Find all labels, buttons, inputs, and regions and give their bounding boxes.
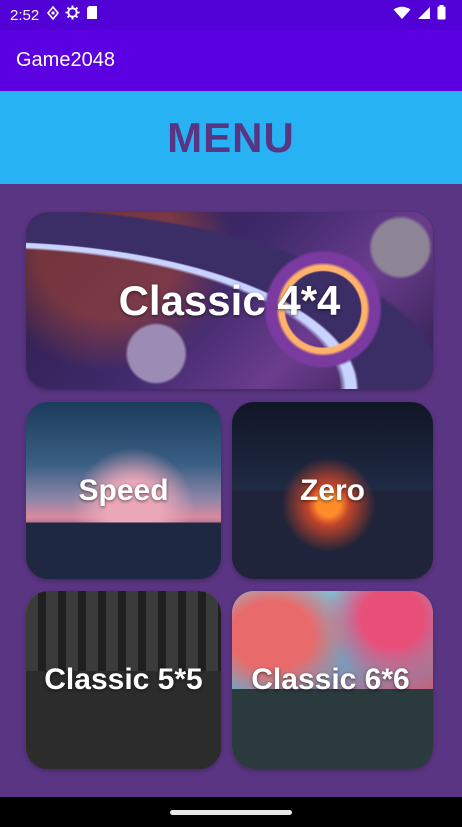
- menu-header: MENU: [0, 91, 462, 184]
- classic-6x6-label: Classic 6*6: [251, 663, 410, 696]
- classic-5x5-button[interactable]: Classic 5*5: [26, 591, 221, 769]
- signal-icon: [417, 6, 431, 25]
- sd-card-icon: [86, 5, 98, 25]
- battery-icon: [437, 5, 446, 25]
- menu-title: MENU: [167, 113, 295, 161]
- app-bar: Game2048: [0, 30, 462, 91]
- classic-4x4-button[interactable]: Classic 4*4: [26, 212, 433, 389]
- status-icons-right: [393, 5, 446, 25]
- status-time: 2:52: [10, 6, 40, 24]
- speed-button[interactable]: Speed: [26, 402, 221, 579]
- zero-button[interactable]: Zero: [232, 402, 433, 579]
- gear-icon: [65, 5, 80, 25]
- app-title: Game2048: [16, 49, 115, 71]
- classic-4x4-label: Classic 4*4: [118, 276, 341, 324]
- classic-5x5-label: Classic 5*5: [44, 663, 203, 696]
- status-bar: 2:52: [0, 0, 462, 30]
- classic-6x6-button[interactable]: Classic 6*6: [232, 591, 433, 769]
- location-icon: [47, 5, 60, 25]
- zero-label: Zero: [299, 473, 365, 507]
- status-icons-left: [47, 5, 98, 25]
- speed-label: Speed: [78, 473, 169, 507]
- navigation-bar: [0, 797, 462, 827]
- wifi-icon: [393, 6, 411, 25]
- home-gesture-handle[interactable]: [170, 809, 292, 815]
